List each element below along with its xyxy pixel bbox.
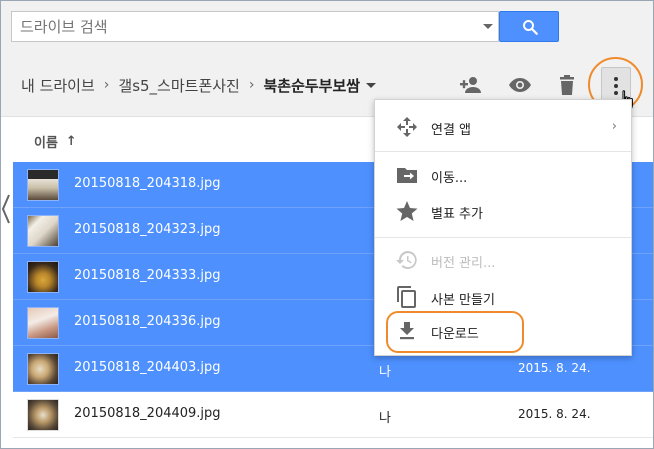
breadcrumb-separator: › [103,77,110,93]
sort-ascending-icon[interactable]: ↑ [66,134,77,149]
image-thumbnail [27,307,59,339]
file-name: 20150818_204333.jpg [74,268,221,283]
file-name: 20150818_204403.jpg [74,360,221,375]
file-name: 20150818_204336.jpg [74,314,221,329]
file-name: 20150818_204323.jpg [74,222,221,237]
star-icon [396,201,418,221]
search-bar [1,1,653,53]
move-arrows-icon [397,117,417,137]
menu-item-make-copy[interactable]: 사본 만들기 [375,280,631,314]
highlight-rounded-box [386,311,524,353]
menu-item-label: 연결 앱 [431,123,472,138]
file-modified-date: 2015. 8. 24. [518,407,591,421]
history-icon [396,251,417,269]
search-box[interactable] [11,11,499,42]
menu-item-move[interactable]: 이동... [375,158,631,192]
file-owner: 나 [379,411,391,426]
add-person-icon[interactable] [459,73,483,97]
image-thumbnail [27,399,59,431]
eye-icon[interactable] [508,73,532,97]
drive-window: 내 드라이브 › 갤s5_스마트폰사진 › 북촌순두부보쌈 [0,0,654,449]
folder-move-icon [397,168,417,183]
breadcrumb: 내 드라이브 › 갤s5_스마트폰사진 › 북촌순두부보쌈 [21,75,377,96]
search-button[interactable] [499,11,559,42]
chevron-down-icon[interactable] [366,82,377,88]
menu-divider [375,151,631,152]
menu-item-open-with[interactable]: 연결 앱 › [375,110,631,144]
breadcrumb-current-folder[interactable]: 북촌순두부보쌈 [263,75,360,96]
menu-item-label: 이동... [431,171,468,186]
image-thumbnail [27,353,59,385]
chevron-right-icon: › [611,119,617,134]
image-thumbnail [27,169,59,201]
search-options-dropdown-icon[interactable] [483,24,493,29]
menu-divider [375,237,631,238]
file-name: 20150818_204409.jpg [74,406,221,421]
file-modified-date: 2015. 8. 24. [518,361,591,375]
column-header-name[interactable]: 이름 ↑ [34,132,77,151]
trash-icon[interactable] [555,73,579,97]
column-header-name-label: 이름 [34,136,58,151]
image-thumbnail [27,215,59,247]
file-owner: 나 [379,365,391,380]
search-icon [523,20,538,35]
chevron-left-icon[interactable] [1,189,11,229]
breadcrumb-separator: › [248,77,255,93]
table-row[interactable]: 20150818_204409.jpg 나 2015. 8. 24. [13,392,653,438]
menu-item-add-star[interactable]: 별표 추가 [375,194,631,228]
breadcrumb-item-my-drive[interactable]: 내 드라이브 [21,75,95,96]
copy-icon [397,286,416,308]
menu-item-label: 별표 추가 [431,207,483,222]
search-input[interactable] [12,12,482,41]
file-name: 20150818_204318.jpg [74,176,221,191]
breadcrumb-item-folder[interactable]: 갤s5_스마트폰사진 [118,75,239,96]
menu-item-label: 사본 만들기 [431,293,495,308]
image-thumbnail [27,261,59,293]
menu-item-label: 버전 관리... [431,256,496,271]
menu-item-manage-versions: 버전 관리... [375,243,631,277]
